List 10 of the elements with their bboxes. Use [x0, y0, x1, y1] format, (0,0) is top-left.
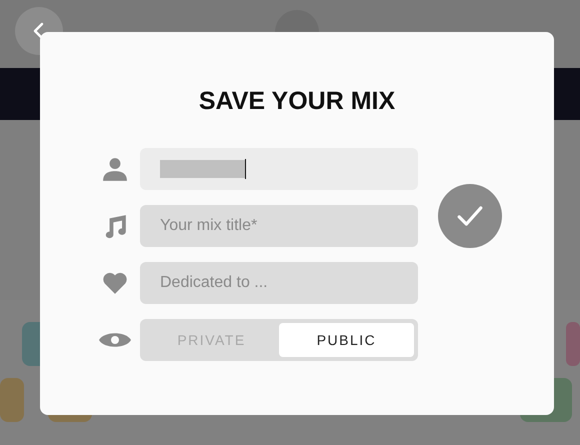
visibility-option[interactable]: PUBLIC: [279, 323, 414, 357]
sound-tile[interactable]: [0, 378, 24, 422]
sound-tile[interactable]: [566, 322, 580, 366]
input-field[interactable]: Dedicated to ...: [140, 262, 418, 304]
heart-icon: [102, 270, 128, 296]
input-field[interactable]: Your mix title*: [140, 205, 418, 247]
dialog-title: SAVE YOUR MIX: [198, 86, 396, 116]
person-icon: [102, 156, 128, 182]
input-field[interactable]: [140, 148, 418, 190]
text-cursor: [245, 159, 246, 179]
